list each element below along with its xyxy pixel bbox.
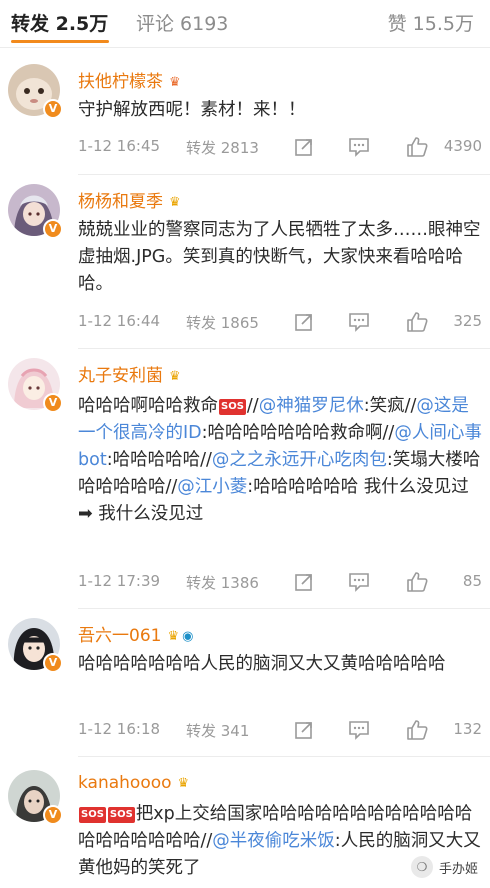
like-count: 4390 [443, 137, 482, 155]
username[interactable]: 丸子安利菌 ♛ [78, 361, 181, 386]
tab-likes[interactable]: 赞 15.5万 [388, 9, 474, 36]
share-icon[interactable] [294, 137, 314, 157]
crown-icon: ♛ [167, 629, 180, 644]
wechat-logo-icon: ❍ [410, 856, 433, 878]
comment-meta: 1-12 17:39 转发 1386 85 [78, 572, 482, 594]
level-badge-icon: ♛ [169, 75, 181, 90]
comment-text: 哈哈哈哈哈哈哈人民的脑洞又大又黄哈哈哈哈哈 [78, 654, 446, 674]
timestamp: 1-12 16:18 [78, 720, 161, 738]
mention-link[interactable]: @之之永远开心吃肉包 [212, 450, 387, 470]
like-icon[interactable] [406, 136, 428, 158]
avatar[interactable]: V [8, 64, 63, 119]
watermark: ❍ 手办姬 [410, 856, 478, 878]
sos-icon: SOS [219, 399, 246, 415]
avatar[interactable]: V [8, 770, 63, 825]
repost-count[interactable]: 转发 1865 [186, 312, 259, 333]
crown-icon: ♛ [177, 776, 190, 791]
username[interactable]: 杨杨和夏季 ♛ [78, 187, 181, 212]
crown-icon: ♛ [169, 195, 181, 210]
active-tab-indicator [11, 40, 109, 43]
divider [78, 348, 490, 349]
username[interactable]: 扶他柠檬茶 ♛ [78, 67, 181, 92]
share-icon[interactable] [294, 720, 314, 740]
tab-bar: 转发 2.5万 评论 6193 赞 15.5万 [0, 0, 490, 48]
v-badge-icon: V [43, 99, 63, 119]
comment-icon[interactable] [348, 572, 370, 592]
divider [78, 608, 490, 609]
comment-text: 守护解放西呢！素材！来！！ [78, 100, 306, 120]
avatar[interactable]: V [8, 358, 63, 413]
avatar[interactable]: V [8, 618, 63, 673]
like-count: 85 [462, 572, 482, 590]
share-icon[interactable] [294, 312, 314, 332]
username[interactable]: kanahoooo ♛ [78, 773, 189, 793]
timestamp: 1-12 16:45 [78, 137, 161, 155]
v-badge-icon: V [43, 393, 63, 413]
repost-count[interactable]: 转发 341 [186, 720, 249, 741]
like-count: 132 [453, 720, 482, 738]
timestamp: 1-12 17:39 [78, 572, 161, 590]
mention-link[interactable]: @半夜偷吃米饭 [212, 831, 335, 851]
v-badge-icon: V [43, 653, 63, 673]
comment-meta: 1-12 16:18 转发 341 132 [78, 720, 482, 742]
timestamp: 1-12 16:44 [78, 312, 161, 330]
watermark-text: 手办姬 [438, 861, 478, 877]
divider [78, 756, 490, 757]
like-icon[interactable] [406, 571, 428, 593]
tab-reposts[interactable]: 转发 2.5万 [11, 9, 108, 36]
repost-count[interactable]: 转发 1386 [186, 572, 259, 593]
mention-link[interactable]: @江小菱 [177, 477, 247, 497]
mention-link[interactable]: @神猫罗尼休 [259, 396, 364, 416]
crown-icon: ♛ [169, 369, 181, 384]
comment-icon[interactable] [348, 137, 370, 157]
sos-icon: SOS [79, 807, 106, 823]
sos-icon: SOS [107, 807, 135, 823]
username[interactable]: 吾六一061 ♛ ◉ [78, 621, 193, 646]
comment-text: 兢兢业业的警察同志为了人民牺牲了太多……眼神空虚抽烟.JPG。笑到真的快断气，大… [78, 220, 481, 294]
comment-icon[interactable] [348, 312, 370, 332]
comment-meta: 1-12 16:45 转发 2813 4390 [78, 137, 482, 159]
like-icon[interactable] [406, 311, 428, 333]
share-icon[interactable] [294, 572, 314, 592]
like-icon[interactable] [406, 719, 428, 741]
tab-comments[interactable]: 评论 6193 [136, 9, 228, 36]
repost-count[interactable]: 转发 2813 [186, 137, 259, 158]
v-badge-icon: V [43, 805, 63, 825]
like-count: 325 [453, 312, 482, 330]
avatar[interactable]: V [8, 184, 63, 239]
v-badge-icon: V [43, 219, 63, 239]
comment-icon[interactable] [348, 720, 370, 740]
globe-icon: ◉ [182, 629, 194, 644]
comment-meta: 1-12 16:44 转发 1865 325 [78, 312, 482, 334]
divider [78, 174, 490, 175]
comment-text: 哈哈哈啊哈哈救命 SOS//@神猫罗尼休:笑疯//@这是一个很高冷的ID:哈哈哈哈… [78, 396, 482, 524]
